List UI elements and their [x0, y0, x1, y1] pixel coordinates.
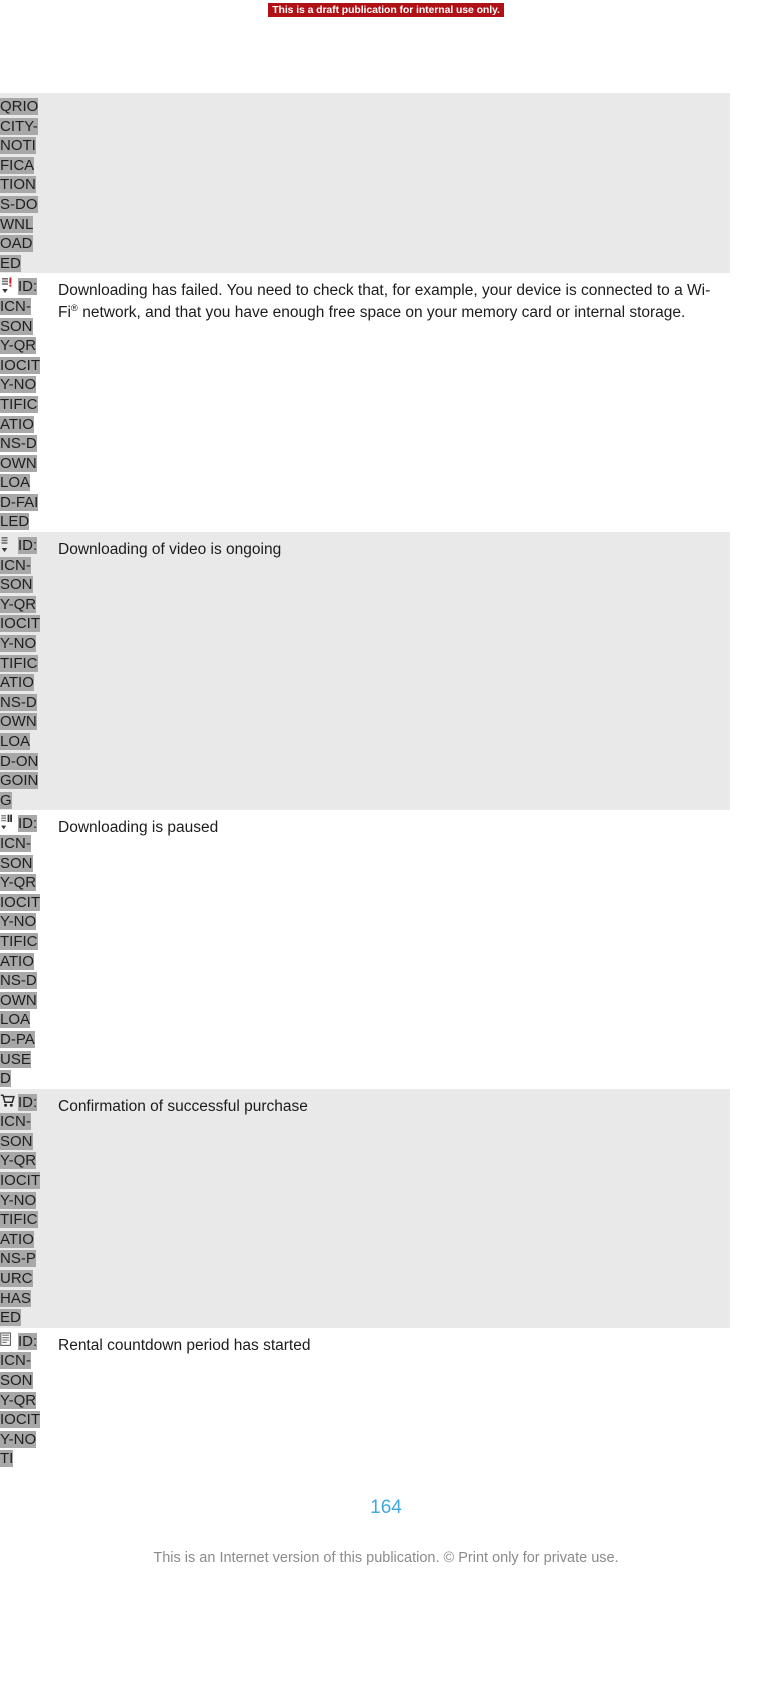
id-value: ICN-SONY-QRIOCITY-NOTIFICATIONS-DOWNLOAD… [0, 834, 40, 1088]
description-cell: Downloading has failed. You need to chec… [46, 273, 730, 533]
id-text-block: QRIOCITY-NOTIFICATIONS-DOWNLOADED [0, 93, 40, 273]
id-text-block: ID: ICN-SONY-QRIOCITY-NOTI [0, 1328, 40, 1469]
shopping-cart-icon [0, 1093, 18, 1110]
description-cell [46, 93, 730, 274]
id-text-block: ID: ICN-SONY-QRIOCITY-NOTIFICATIONS-DOWN… [0, 810, 40, 1088]
table-row: ID: ICN-SONY-QRIOCITY-NOTIFICATIONS-DOWN… [0, 810, 730, 1089]
footer-note: This is an Internet version of this publ… [153, 1550, 619, 1566]
table-row: ID: ICN-SONY-QRIOCITY-NOTIFICATIONS-DOWN… [0, 273, 730, 533]
description-cell: Confirmation of successful purchase [46, 1088, 730, 1328]
page-number: 164 [370, 1497, 402, 1518]
id-cell: ID: ICN-SONY-QRIOCITY-NOTIFICATIONS-PURC… [0, 1088, 46, 1328]
id-value: ICN-SONY-QRIOCITY-NOTI [0, 1352, 40, 1468]
description-text: Downloading of video is ongoing [58, 541, 282, 559]
description-text: Rental countdown period has started [58, 1336, 311, 1354]
rental-countdown-icon [0, 1332, 18, 1349]
download-ongoing-icon [0, 536, 18, 553]
draft-banner: This is a draft publication for internal… [0, 0, 772, 17]
id-prefix: ID: [18, 815, 38, 833]
id-prefix: ID: [18, 537, 38, 555]
id-text-block: ID: ICN-SONY-QRIOCITY-NOTIFICATIONS-PURC… [0, 1089, 40, 1328]
table-row: QRIOCITY-NOTIFICATIONS-DOWNLOADED [0, 93, 730, 274]
download-paused-icon [0, 814, 18, 831]
id-cell: ID: ICN-SONY-QRIOCITY-NOTIFICATIONS-DOWN… [0, 273, 46, 533]
table-row: ID: ICN-SONY-QRIOCITY-NOTIFICATIONS-PURC… [0, 1088, 730, 1328]
id-prefix: ID: [18, 278, 38, 296]
id-value: ICN-SONY-QRIOCITY-NOTIFICATIONS-PURCHASE… [0, 1113, 40, 1327]
draft-banner-label: This is a draft publication for internal… [268, 3, 504, 17]
description-text: Downloading is paused [58, 819, 219, 837]
id-value: ICN-SONY-QRIOCITY-NOTIFICATIONS-DOWNLOAD… [0, 556, 40, 809]
id-cell: QRIOCITY-NOTIFICATIONS-DOWNLOADED [0, 93, 46, 274]
id-cell: ID: ICN-SONY-QRIOCITY-NOTIFICATIONS-DOWN… [0, 810, 46, 1089]
id-text-block: ID: ICN-SONY-QRIOCITY-NOTIFICATIONS-DOWN… [0, 532, 40, 810]
id-value: QRIOCITY-NOTIFICATIONS-DOWNLOADED [0, 98, 39, 272]
registered-trademark-symbol: ® [70, 302, 78, 314]
table-row: ID: ICN-SONY-QRIOCITY-NOTI Rental countd… [0, 1327, 730, 1469]
description-cell: Downloading of video is ongoing [46, 532, 730, 811]
notification-icon-table: QRIOCITY-NOTIFICATIONS-DOWNLOADED ID: IC… [0, 93, 730, 1469]
description-text: Confirmation of successful purchase [58, 1097, 308, 1115]
id-cell: ID: ICN-SONY-QRIOCITY-NOTI [0, 1327, 46, 1469]
id-value: ICN-SONY-QRIOCITY-NOTIFICATIONS-DOWNLOAD… [0, 297, 40, 531]
download-failed-icon [0, 277, 18, 294]
id-prefix: ID: [18, 1093, 38, 1111]
table-body: QRIOCITY-NOTIFICATIONS-DOWNLOADED ID: IC… [0, 93, 730, 1469]
description-cell: Rental countdown period has started [46, 1327, 730, 1469]
id-cell: ID: ICN-SONY-QRIOCITY-NOTIFICATIONS-DOWN… [0, 532, 46, 811]
id-text-block: ID: ICN-SONY-QRIOCITY-NOTIFICATIONS-DOWN… [0, 273, 40, 532]
description-text: Downloading has failed. You need to chec… [58, 282, 711, 321]
table-row: ID: ICN-SONY-QRIOCITY-NOTIFICATIONS-DOWN… [0, 532, 730, 811]
id-prefix: ID: [18, 1332, 38, 1350]
description-cell: Downloading is paused [46, 810, 730, 1089]
